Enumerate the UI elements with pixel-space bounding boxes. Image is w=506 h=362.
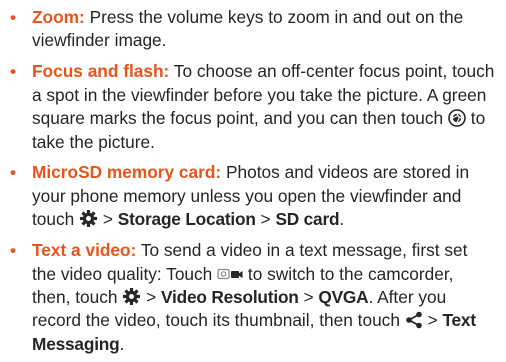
separator: > xyxy=(422,310,443,331)
list-item-zoom: • Zoom: Press the volume keys to zoom in… xyxy=(8,6,496,53)
ui-storage-location: Storage Location xyxy=(117,209,256,230)
term-focus-flash: Focus and flash: xyxy=(32,61,170,82)
separator: > xyxy=(141,286,162,307)
ui-sd-card: SD card xyxy=(275,209,340,230)
settings-gear-icon xyxy=(79,209,98,228)
list-item-text-video: • Text a video: To send a video in a tex… xyxy=(8,239,496,356)
description: Press the volume keys to zoom in and out… xyxy=(32,7,464,51)
term-microsd: MicroSD memory card: xyxy=(32,162,222,183)
list-item-microsd: • MicroSD memory card: Photos and videos… xyxy=(8,161,496,231)
bullet: • xyxy=(10,62,16,82)
list-item-focus-flash: • Focus and flash: To choose an off-cent… xyxy=(8,60,496,154)
bullet: • xyxy=(10,163,16,183)
ui-qvga: QVGA xyxy=(318,286,369,307)
shutter-icon xyxy=(448,109,466,127)
term-text-video: Text a video: xyxy=(32,240,137,261)
camera-camcorder-switch-icon xyxy=(217,267,243,283)
settings-gear-icon xyxy=(122,287,141,306)
bullet: • xyxy=(10,8,16,27)
share-icon xyxy=(405,311,423,329)
tips-list: • Zoom: Press the volume keys to zoom in… xyxy=(0,0,506,356)
separator: > xyxy=(98,209,118,230)
period: . xyxy=(119,333,125,354)
separator: > xyxy=(298,286,319,307)
period: . xyxy=(339,209,345,230)
ui-video-resolution: Video Resolution xyxy=(161,286,299,307)
bullet: • xyxy=(10,241,16,261)
separator: > xyxy=(255,209,276,230)
term-zoom: Zoom: xyxy=(32,7,85,27)
